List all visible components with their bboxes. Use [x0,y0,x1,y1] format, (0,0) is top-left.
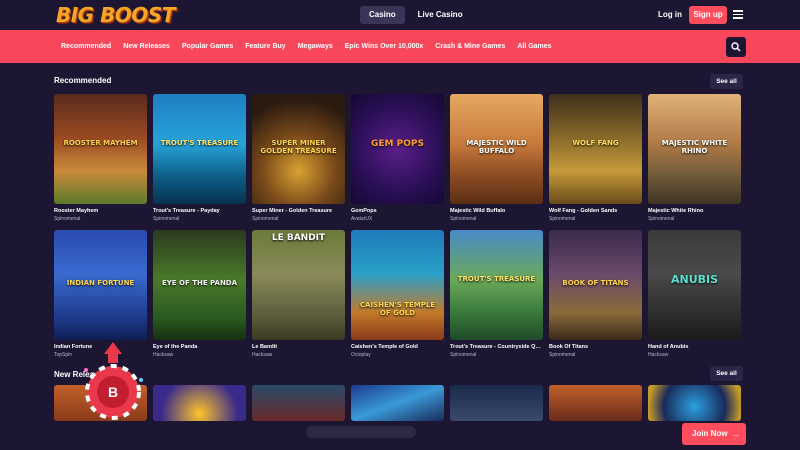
game-thumbnail[interactable]: TROUT'S TREASURE [450,230,543,340]
game-row-1: ROOSTER MAYHEM Rooster Mayhem Spinomenal… [54,94,747,222]
see-all-recommended-button[interactable]: See all [710,74,743,89]
game-card[interactable] [153,385,246,421]
nav-item-feature-buy[interactable]: Feature Buy [245,43,285,50]
game-thumbnail[interactable]: ANUBIS [648,230,741,340]
game-thumbnail[interactable] [153,385,246,421]
game-card[interactable]: MAJESTIC WHITE RHINO Majestic White Rhin… [648,94,741,222]
game-card[interactable]: GEM POPS GemPops AvatarUX [351,94,444,222]
game-provider: Hacksaw [153,352,174,358]
svg-text:B: B [108,384,118,400]
game-provider: Spinomenal [450,216,477,222]
join-now-button[interactable]: Join Now → [682,423,746,445]
nav-item-recommended[interactable]: Recommended [61,43,111,50]
game-name: Wolf Fang - Golden Sands [549,208,618,214]
game-thumbnail[interactable]: WOLF FANG [549,94,642,204]
game-provider: Spinomenal [153,216,180,222]
game-provider: Octoplay [351,352,371,358]
join-now-label: Join Now [692,429,728,438]
tab-live-casino[interactable]: Live Casino [409,6,472,24]
game-name: Hand of Anubis [648,344,689,350]
game-name: Trout's Treasure - Countryside Quest [450,344,543,350]
game-thumbnail[interactable]: ROOSTER MAYHEM [54,94,147,204]
game-provider: Spinomenal [549,352,576,358]
game-row-2: INDIAN FORTUNE Indian Fortune TopSpin EY… [54,230,747,358]
game-thumbnail[interactable]: MAJESTIC WILD BUFFALO [450,94,543,204]
nav-item-all-games[interactable]: All Games [517,43,551,50]
game-card[interactable]: TROUT'S TREASURE Trout's Treasure - Coun… [450,230,543,358]
see-all-new-releases-button[interactable]: See all [710,366,743,381]
game-provider: Spinomenal [252,216,279,222]
game-name: Rooster Mayhem [54,208,99,214]
tab-casino[interactable]: Casino [360,6,405,24]
product-tabs: Casino Live Casino [360,6,472,24]
game-thumbnail[interactable]: BOOK OF TITANS [549,230,642,340]
game-card[interactable] [450,385,543,421]
game-provider: Spinomenal [549,216,576,222]
nav-item-epic-wins[interactable]: Epic Wins Over 10,000x [345,43,424,50]
game-card[interactable]: BOOK OF TITANS Book Of Titans Spinomenal [549,230,642,358]
brand-logo[interactable]: BIG BOOST [56,3,175,27]
game-card[interactable] [351,385,444,421]
nav-item-crash-mine[interactable]: Crash & Mine Games [435,43,505,50]
section-title-recommended: Recommended [54,76,112,85]
nav-item-new-releases[interactable]: New Releases [123,43,170,50]
game-name: GemPops [351,208,377,214]
nav-item-megaways[interactable]: Megaways [298,43,333,50]
game-card[interactable] [549,385,642,421]
game-name: Super Miner - Golden Treasure [252,208,333,214]
game-card[interactable]: INDIAN FORTUNE Indian Fortune TopSpin [54,230,147,358]
game-provider: Spinomenal [54,216,81,222]
bonus-chip-icon[interactable]: B [78,340,148,430]
game-card[interactable]: SUPER MINER GOLDEN TREASURE Super Miner … [252,94,345,222]
game-card[interactable]: EYE OF THE PANDA Eye of the Panda Hacksa… [153,230,246,358]
game-card[interactable]: ANUBIS Hand of Anubis Hacksaw [648,230,741,358]
game-name: Eye of the Panda [153,344,198,350]
game-thumbnail[interactable]: SUPER MINER GOLDEN TREASURE [252,94,345,204]
game-name: Majestic White Rhino [648,208,704,214]
game-thumbnail[interactable]: EYE OF THE PANDA [153,230,246,340]
game-thumbnail[interactable] [549,385,642,421]
game-provider: Hacksaw [252,352,273,358]
game-provider: Spinomenal [450,352,477,358]
top-header: BIG BOOST Casino Live Casino Log in Sign… [0,0,800,30]
arrow-right-icon: → [731,429,740,439]
game-thumbnail[interactable]: INDIAN FORTUNE [54,230,147,340]
game-thumbnail[interactable]: CAISHEN'S TEMPLE OF GOLD [351,230,444,340]
hamburger-menu-icon[interactable] [733,10,743,19]
game-card[interactable]: TROUT'S TREASURE Trout's Treasure - Payd… [153,94,246,222]
game-card[interactable]: WOLF FANG Wolf Fang - Golden Sands Spino… [549,94,642,222]
game-card[interactable]: ROOSTER MAYHEM Rooster Mayhem Spinomenal [54,94,147,222]
scroll-indicator [306,426,416,438]
game-thumbnail[interactable] [351,385,444,421]
game-name: Book Of Titans [549,344,589,350]
game-thumbnail[interactable] [252,385,345,421]
game-provider: Hacksaw [648,352,669,358]
search-button[interactable] [726,37,746,57]
game-thumbnail[interactable] [450,385,543,421]
game-provider: Spinomenal [648,216,675,222]
game-thumbnail[interactable]: GEM POPS [351,94,444,204]
game-thumbnail[interactable] [648,385,741,421]
category-nav: Recommended New Releases Popular Games F… [0,30,800,63]
game-name: Le Bandit [252,344,278,350]
game-thumbnail[interactable]: TROUT'S TREASURE [153,94,246,204]
game-name: Caishen's Temple of Gold [351,344,418,350]
game-card[interactable] [252,385,345,421]
game-card[interactable]: LE BANDIT Le Bandit Hacksaw [252,230,345,358]
game-thumbnail[interactable]: LE BANDIT [252,230,345,340]
game-provider: AvatarUX [351,216,373,222]
game-card[interactable] [648,385,741,421]
game-card[interactable]: MAJESTIC WILD BUFFALO Majestic Wild Buff… [450,94,543,222]
signup-button[interactable]: Sign up [689,6,727,24]
search-icon [731,42,741,52]
game-row-3 [54,385,747,421]
game-name: Trout's Treasure - Payday [153,208,220,214]
game-thumbnail[interactable]: MAJESTIC WHITE RHINO [648,94,741,204]
game-name: Majestic Wild Buffalo [450,208,506,214]
game-card[interactable]: CAISHEN'S TEMPLE OF GOLD Caishen's Templ… [351,230,444,358]
login-link[interactable]: Log in [658,10,682,19]
nav-item-popular-games[interactable]: Popular Games [182,43,233,50]
